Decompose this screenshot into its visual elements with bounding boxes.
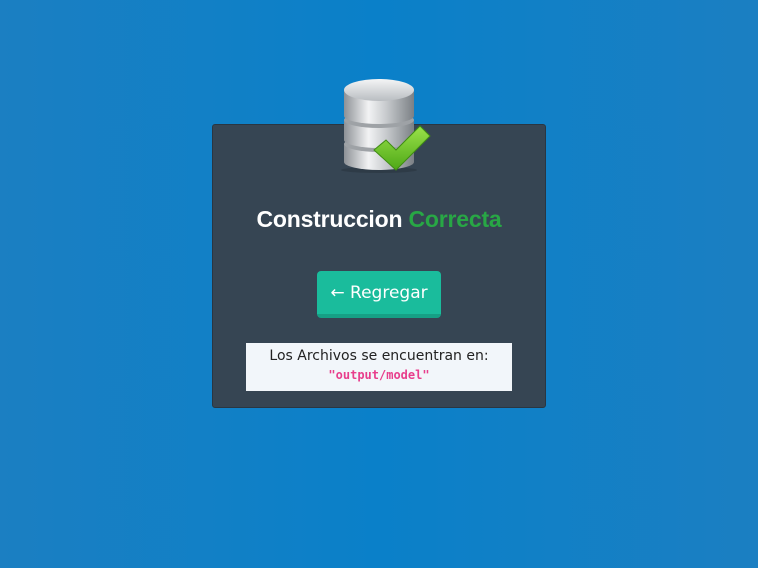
output-info-box: Los Archivos se encuentran en: "output/m… — [246, 343, 512, 391]
output-path: "output/model" — [328, 368, 430, 382]
output-info-text: Los Archivos se encuentran en: — [269, 348, 489, 364]
title-main: Construccion — [256, 206, 403, 232]
title-status: Correcta — [408, 206, 502, 232]
database-check-icon — [341, 79, 431, 173]
page-title: Construccion Correcta — [212, 206, 546, 233]
back-button[interactable]: ← Regregar — [317, 271, 441, 318]
